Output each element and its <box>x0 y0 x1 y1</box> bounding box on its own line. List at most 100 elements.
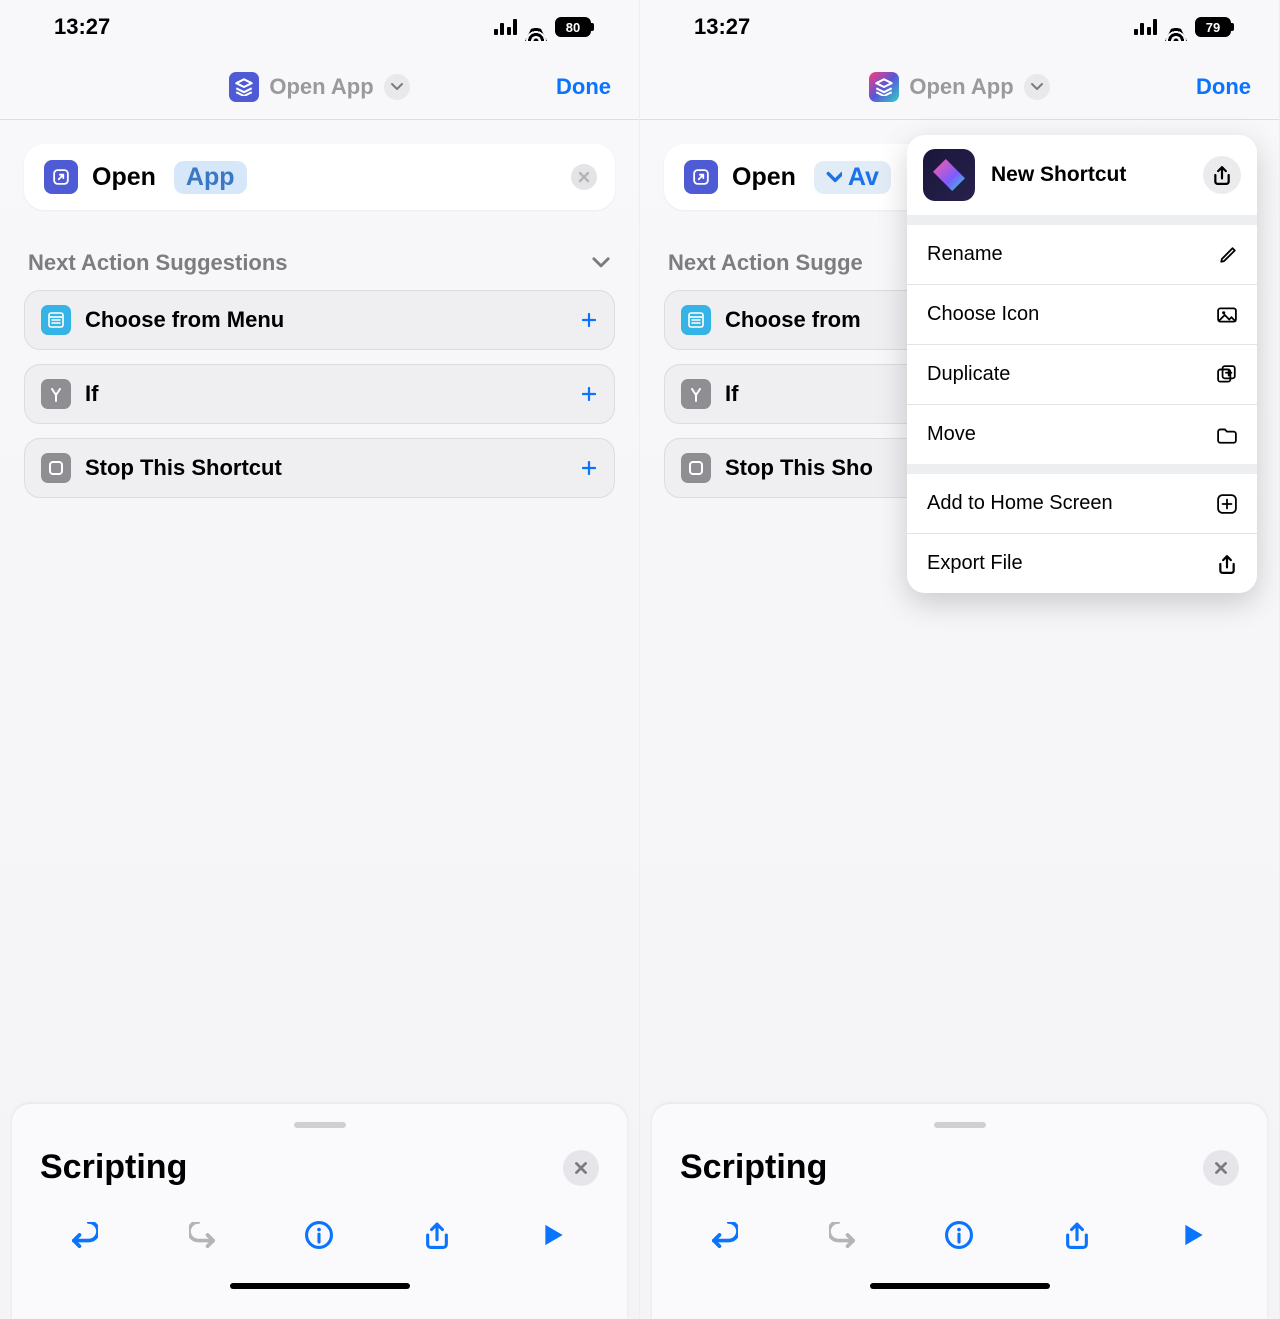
row-label: Choose Icon <box>927 303 1039 326</box>
suggestion-label: Choose from Menu <box>85 307 284 333</box>
drag-handle-icon[interactable] <box>294 1122 346 1128</box>
redo-button[interactable] <box>822 1215 862 1255</box>
title-center[interactable]: Open App <box>869 72 1049 102</box>
row-label: Export File <box>927 552 1023 575</box>
stop-icon <box>41 453 71 483</box>
popover-group-2: Add to Home Screen Export File <box>907 474 1257 593</box>
bottom-panel[interactable]: Scripting <box>652 1104 1267 1319</box>
suggestion-item[interactable]: Choose from Menu <box>24 290 615 350</box>
branch-icon <box>41 379 71 409</box>
photo-icon <box>1217 306 1237 324</box>
pencil-icon <box>1219 246 1237 264</box>
suggestion-label: If <box>85 381 98 407</box>
title-label: Open App <box>909 74 1013 100</box>
suggestions-header[interactable]: Next Action Suggestions <box>28 250 611 276</box>
popover-group-1: Rename Choose Icon Duplicate Move <box>907 225 1257 464</box>
status-time: 13:27 <box>54 14 110 40</box>
info-button[interactable] <box>939 1215 979 1255</box>
panel-title: Scripting <box>680 1148 827 1187</box>
panel-title: Scripting <box>40 1148 187 1187</box>
move-row[interactable]: Move <box>907 404 1257 464</box>
status-bar: 13:27 80 <box>0 0 639 54</box>
bird-icon <box>826 169 842 185</box>
status-bar: 13:27 79 <box>640 0 1279 54</box>
title-chevron-icon[interactable] <box>1024 74 1050 100</box>
add-suggestion-icon[interactable] <box>582 313 596 327</box>
shortcut-app-icon <box>229 72 259 102</box>
duplicate-row[interactable]: Duplicate <box>907 344 1257 404</box>
choose-icon-row[interactable]: Choose Icon <box>907 284 1257 344</box>
undo-button[interactable] <box>705 1215 745 1255</box>
action-open-app[interactable]: Open App <box>24 144 615 210</box>
undo-button[interactable] <box>65 1215 105 1255</box>
close-panel-icon[interactable] <box>563 1150 599 1186</box>
status-right: 80 <box>494 17 591 37</box>
drag-handle-icon[interactable] <box>934 1122 986 1128</box>
suggestion-label: If <box>725 381 738 407</box>
battery-icon: 80 <box>555 17 591 37</box>
editor-content: Open App Next Action Suggestions Choose … <box>0 120 639 536</box>
row-label: Add to Home Screen <box>927 492 1113 515</box>
phone-right: 13:27 79 Open App Done <box>640 0 1280 1319</box>
home-indicator <box>230 1283 410 1289</box>
action-verb: Open <box>92 163 156 192</box>
branch-icon <box>681 379 711 409</box>
signal-icon <box>494 19 517 35</box>
suggestion-label: Stop This Shortcut <box>85 455 282 481</box>
status-time: 13:27 <box>694 14 750 40</box>
status-right: 79 <box>1134 17 1231 37</box>
rename-row[interactable]: Rename <box>907 225 1257 284</box>
share-button[interactable] <box>1057 1215 1097 1255</box>
share-shortcut-button[interactable] <box>1203 156 1241 194</box>
home-indicator <box>870 1283 1050 1289</box>
folder-icon <box>1217 426 1237 444</box>
phone-left: 13:27 80 Open App Done <box>0 0 640 1319</box>
share-button[interactable] <box>417 1215 457 1255</box>
popover-header: New Shortcut <box>907 135 1257 215</box>
suggestion-label: Choose from <box>725 307 861 333</box>
action-verb: Open <box>732 163 796 192</box>
duplicate-icon <box>1217 365 1237 385</box>
open-app-icon <box>44 160 78 194</box>
row-label: Duplicate <box>927 363 1010 386</box>
add-suggestion-icon[interactable] <box>582 461 596 475</box>
suggestions-title: Next Action Sugge <box>668 250 863 276</box>
info-button[interactable] <box>299 1215 339 1255</box>
action-param-pill[interactable]: Av <box>814 161 891 194</box>
add-suggestion-icon[interactable] <box>582 387 596 401</box>
battery-icon: 79 <box>1195 17 1231 37</box>
export-file-row[interactable]: Export File <box>907 533 1257 593</box>
done-button[interactable]: Done <box>556 74 611 100</box>
title-bar: Open App Done <box>640 54 1279 120</box>
share-icon <box>1217 554 1237 574</box>
clear-action-icon[interactable] <box>571 164 597 190</box>
title-center[interactable]: Open App <box>229 72 409 102</box>
wifi-icon <box>1165 19 1187 35</box>
close-panel-icon[interactable] <box>1203 1150 1239 1186</box>
shortcut-options-popover: New Shortcut Rename Choose Icon Duplicat… <box>907 135 1257 593</box>
run-button[interactable] <box>1174 1215 1214 1255</box>
action-param-text: Av <box>848 163 879 192</box>
row-label: Rename <box>927 243 1003 266</box>
signal-icon <box>1134 19 1157 35</box>
menu-icon <box>681 305 711 335</box>
open-app-icon <box>684 160 718 194</box>
shortcuts-app-icon <box>923 149 975 201</box>
title-chevron-icon[interactable] <box>384 74 410 100</box>
shortcut-app-icon <box>869 72 899 102</box>
run-button[interactable] <box>534 1215 574 1255</box>
redo-button[interactable] <box>182 1215 222 1255</box>
bottom-panel[interactable]: Scripting <box>12 1104 627 1319</box>
suggestion-item[interactable]: Stop This Shortcut <box>24 438 615 498</box>
suggestion-label: Stop This Sho <box>725 455 873 481</box>
done-button[interactable]: Done <box>1196 74 1251 100</box>
row-label: Move <box>927 423 976 446</box>
popover-title: New Shortcut <box>991 163 1187 187</box>
suggestion-item[interactable]: If <box>24 364 615 424</box>
add-home-row[interactable]: Add to Home Screen <box>907 474 1257 533</box>
menu-icon <box>41 305 71 335</box>
action-param-pill[interactable]: App <box>174 161 247 194</box>
suggestions-title: Next Action Suggestions <box>28 250 288 276</box>
stop-icon <box>681 453 711 483</box>
chevron-down-icon <box>591 253 611 273</box>
